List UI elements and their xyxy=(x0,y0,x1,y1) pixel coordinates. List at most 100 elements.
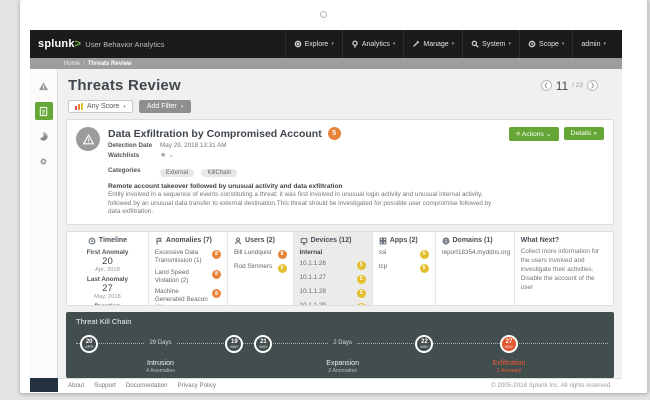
device-item[interactable]: 10.1.1.275 xyxy=(300,274,366,284)
device-item[interactable]: 10.1.1.285 xyxy=(300,288,366,298)
threat-pager: ❮ 11 / 23 ❯ xyxy=(541,79,598,93)
page-header: Threats Review ❮ 11 / 23 ❯ xyxy=(68,77,612,94)
pager-current: 11 xyxy=(556,79,568,93)
kill-chain-node[interactable]: 19MAY xyxy=(225,335,243,353)
nav-scope[interactable]: Scope▾ xyxy=(519,30,572,58)
device-group-label: Internal xyxy=(300,249,366,256)
app-item[interactable]: tcp5 xyxy=(379,263,429,273)
details-button[interactable]: Details » xyxy=(564,127,604,140)
top-nav: splunk> User Behavior Analytics Explore▾… xyxy=(30,30,622,58)
product-name: User Behavior Analytics xyxy=(85,40,164,49)
footer-link-about[interactable]: About xyxy=(68,382,84,389)
nav-explore[interactable]: Explore▾ xyxy=(285,30,342,58)
threat-summary-panels: Timeline First Anomaly 20 Apr, 2018 Last… xyxy=(66,231,614,306)
last-anomaly-label: Last Anomaly xyxy=(73,276,142,283)
nav-admin[interactable]: admin▾ xyxy=(572,30,614,58)
domains-panel: Domains (1) report18354.myddns.org xyxy=(436,232,515,305)
lightbulb-icon xyxy=(351,40,359,48)
user-item[interactable]: Bill Lundquist8 xyxy=(234,249,287,259)
threat-card: Data Exfiltration by Compromised Account… xyxy=(66,119,614,225)
user-item[interactable]: Rod Simmers5 xyxy=(234,263,287,273)
threat-description: Entity involved in a sequence of events … xyxy=(108,191,501,217)
app-score-badge: 5 xyxy=(420,264,429,273)
wrench-icon xyxy=(412,40,420,48)
footer-link-documentation[interactable]: Documentation xyxy=(126,382,168,389)
first-anomaly-day: 20 xyxy=(73,256,142,267)
left-sidebar xyxy=(30,69,58,378)
anomaly-score-badge: 8 xyxy=(212,270,221,279)
breadcrumb-home[interactable]: Home xyxy=(64,61,80,67)
footer-link-privacy[interactable]: Privacy Policy xyxy=(177,382,216,389)
gear-icon xyxy=(38,156,49,167)
user-score-badge: 5 xyxy=(278,264,287,273)
sidebar-item-anomalies[interactable] xyxy=(35,77,53,95)
nav-analytics[interactable]: Analytics▾ xyxy=(342,30,404,58)
score-bars-icon xyxy=(75,103,83,110)
breadcrumb: Home / Threats Review xyxy=(30,58,622,69)
device-item[interactable]: 10.1.1.265 xyxy=(300,260,366,270)
nav-system[interactable]: System▾ xyxy=(462,30,519,58)
device-score-badge: 5 xyxy=(357,275,366,284)
score-filter-dropdown[interactable]: Any Score▾ xyxy=(68,100,133,113)
sidebar-footer-chip xyxy=(30,378,58,392)
threat-score-badge: 5 xyxy=(328,127,341,140)
device-score-badge: 5 xyxy=(357,261,366,270)
devices-panel: Devices (12) Internal 10.1.1.265 10.1.1.… xyxy=(294,232,373,305)
pager-total: / 23 xyxy=(572,82,583,89)
phase-expansion: Expansion2 Anomalies xyxy=(326,360,359,374)
kill-chain-timeline: 29 Days 2 Days 20APR 19MAY 21MAY 22MAY 2… xyxy=(76,328,604,380)
watchlists-label: Watchlists xyxy=(108,152,154,159)
footer-link-support[interactable]: Support xyxy=(94,382,116,389)
clock-icon xyxy=(88,237,96,245)
sidebar-item-threats-review[interactable] xyxy=(35,102,53,120)
users-panel: Users (2) Bill Lundquist8 Rod Simmers5 xyxy=(228,232,294,305)
device-score-badge: 5 xyxy=(357,289,366,298)
device-item[interactable]: 10.1.1.295 xyxy=(300,302,366,305)
app-item[interactable]: ssl5 xyxy=(379,249,429,259)
threat-actions: ≡ Actions ⌄ Details » xyxy=(509,127,604,217)
next-threat-button[interactable]: ❯ xyxy=(587,80,598,91)
nav-manage[interactable]: Manage▾ xyxy=(403,30,462,58)
anomaly-item[interactable]: Land Speed Violation (2)8 xyxy=(155,269,221,285)
actions-button[interactable]: ≡ Actions ⌄ xyxy=(509,127,558,141)
add-filter-button[interactable]: Add Filter▾ xyxy=(139,100,191,113)
timeline-panel: Timeline First Anomaly 20 Apr, 2018 Last… xyxy=(67,232,149,305)
anomaly-item[interactable]: Machine Generated Beacon (1)8 xyxy=(155,288,221,305)
kill-chain-node[interactable]: 20APR xyxy=(80,335,98,353)
first-anomaly-label: First Anomaly xyxy=(73,249,142,256)
user-icon xyxy=(234,237,242,245)
anomalies-panel: Anomalies (7) Excessive Data Transmissio… xyxy=(149,232,228,305)
flag-icon xyxy=(155,237,163,245)
segment-duration: 2 Days xyxy=(328,340,357,346)
anomaly-item[interactable]: Excessive Data Transmission (1)8 xyxy=(155,249,221,265)
threat-list-icon xyxy=(38,106,49,117)
monitor-frame: splunk> User Behavior Analytics Explore▾… xyxy=(20,0,648,393)
segment-duration: 29 Days xyxy=(144,340,176,346)
breadcrumb-current: Threats Review xyxy=(88,61,132,67)
sidebar-item-settings[interactable] xyxy=(35,152,53,170)
kill-chain-node-exfiltration[interactable]: 27MAY xyxy=(500,335,518,353)
detection-date-label: Detection Date xyxy=(108,142,154,149)
footer-row: About Support Documentation Privacy Poli… xyxy=(30,378,622,392)
category-pill[interactable]: External xyxy=(160,169,194,177)
footer: About Support Documentation Privacy Poli… xyxy=(58,378,622,392)
domain-item[interactable]: report18354.myddns.org xyxy=(442,249,508,257)
page-title: Threats Review xyxy=(68,77,181,94)
last-anomaly-day: 27 xyxy=(73,283,142,294)
prev-threat-button[interactable]: ❮ xyxy=(541,80,552,91)
kill-chain-node[interactable]: 21MAY xyxy=(254,335,272,353)
copyright-text: © 2005-2018 Splunk Inc. All rights reser… xyxy=(491,382,612,389)
globe-icon xyxy=(442,237,450,245)
anomaly-score-badge: 8 xyxy=(212,289,221,298)
kill-chain-node[interactable]: 22MAY xyxy=(415,335,433,353)
phase-intrusion: Intrusion4 Anomalies xyxy=(146,360,175,374)
phase-exfiltration: Exfiltration1 Anomaly xyxy=(493,360,526,374)
camera-dot-icon xyxy=(320,11,327,18)
clock-icon xyxy=(528,40,536,48)
categories-label: Categories xyxy=(108,167,154,174)
sidebar-item-analytics-dashboard[interactable] xyxy=(35,127,53,145)
monitor-icon xyxy=(300,237,308,245)
category-pill[interactable]: KillChain xyxy=(201,169,237,177)
app-score-badge: 5 xyxy=(420,250,429,259)
watchlist-star-icon[interactable]: ★ ⌄ xyxy=(160,151,174,159)
